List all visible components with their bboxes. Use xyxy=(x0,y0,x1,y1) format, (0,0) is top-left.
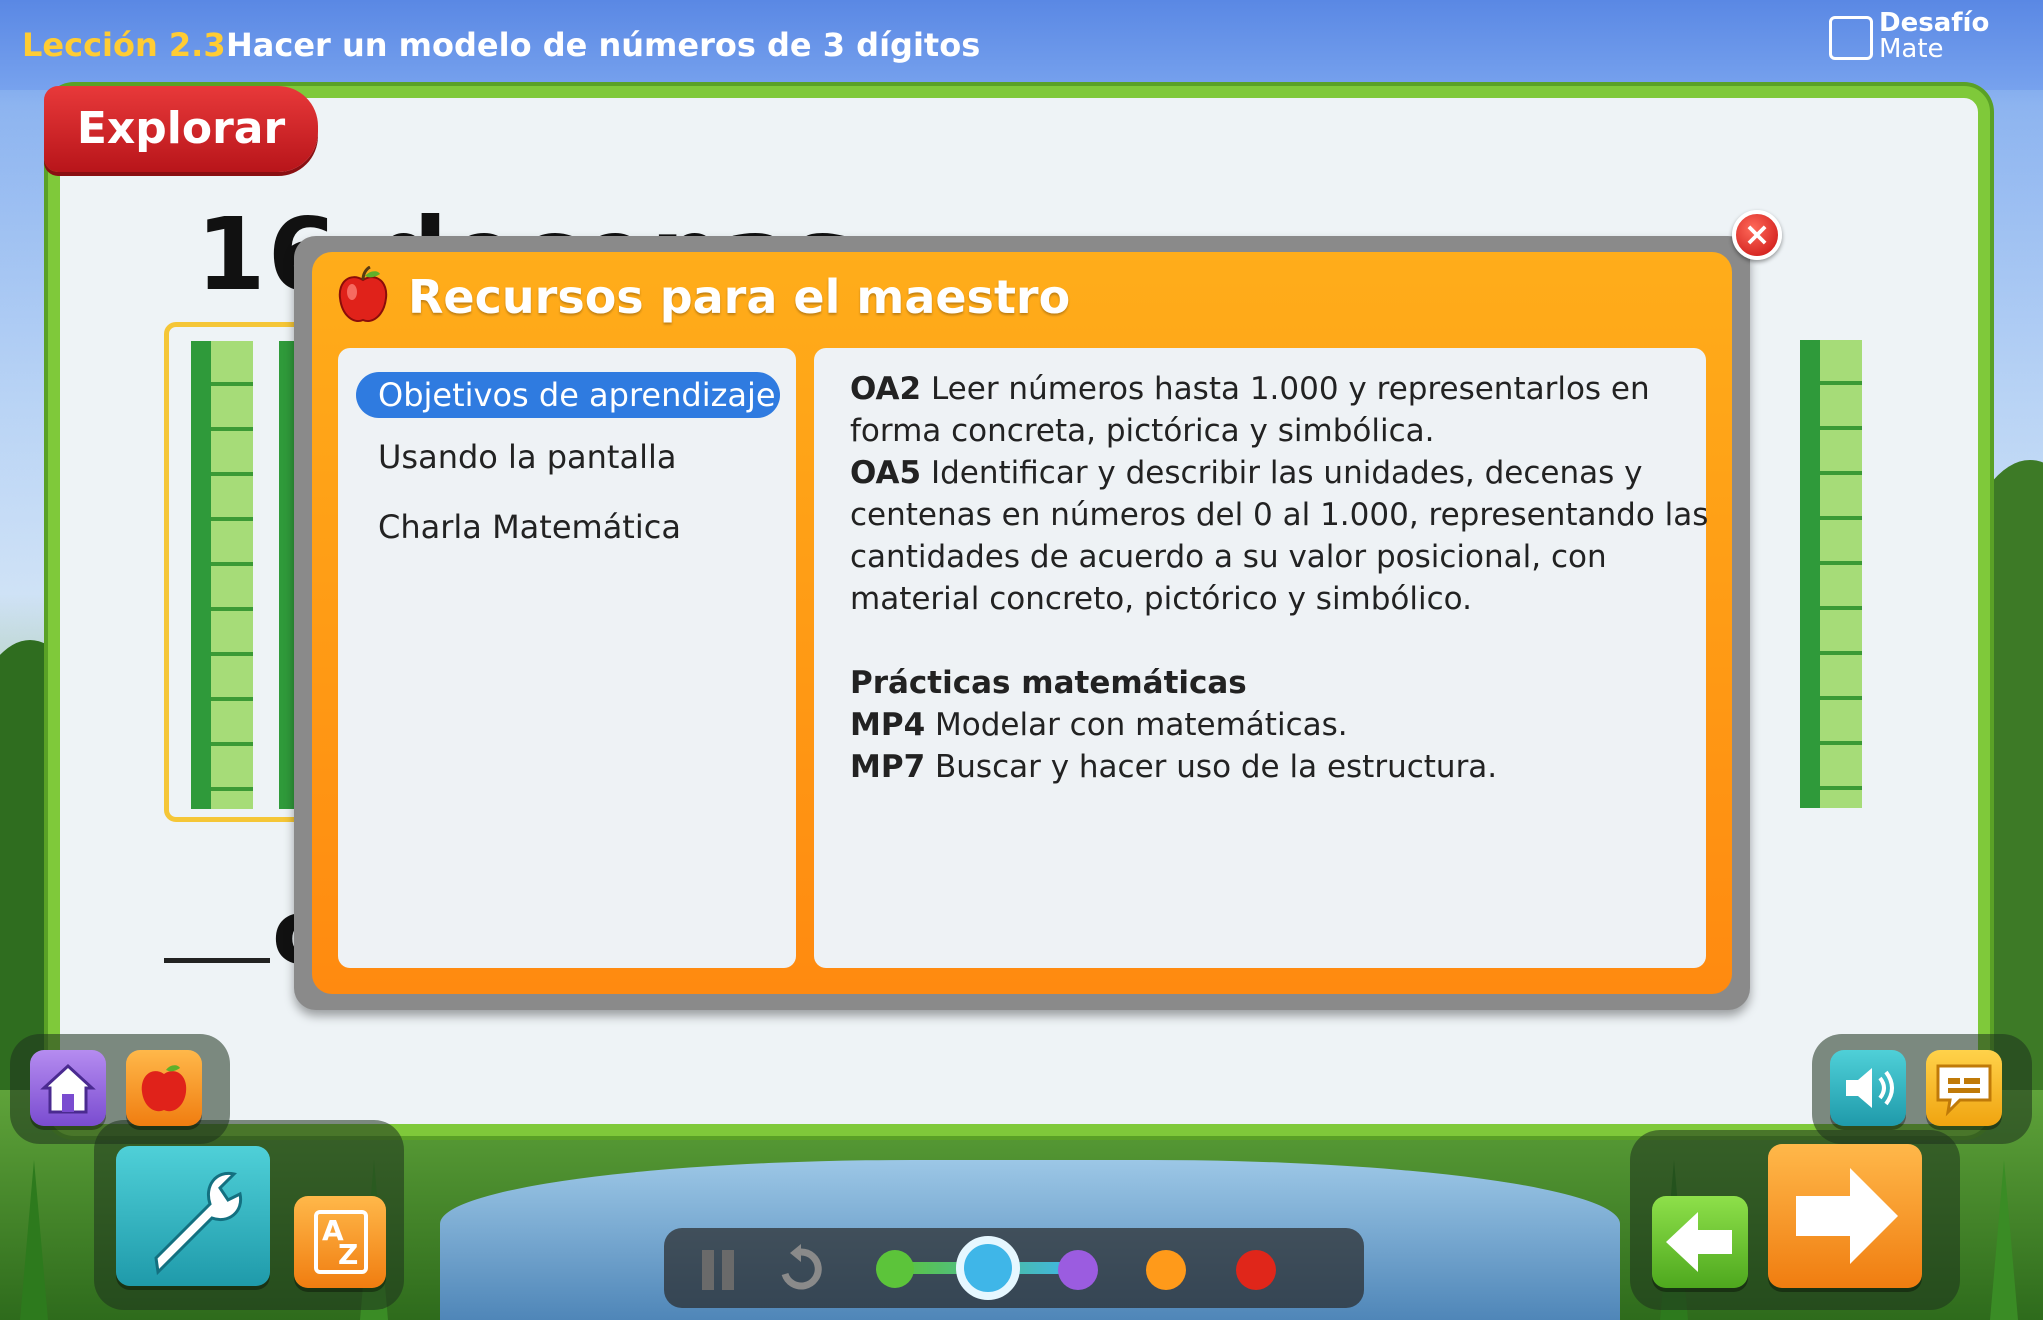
captions-button[interactable] xyxy=(1926,1050,2002,1126)
audio-button[interactable] xyxy=(1830,1050,1906,1126)
brand-line1: Desafío xyxy=(1879,8,1990,38)
arrow-left-icon xyxy=(1666,1212,1732,1272)
objective-oa2: OA2 Leer números hasta 1.000 y represent… xyxy=(850,368,1650,410)
modal-title: Recursos para el maestro xyxy=(408,270,1071,324)
tens-rod xyxy=(1800,340,1862,808)
resources-menu: Objetivos de aprendizaje Usando la panta… xyxy=(338,348,796,968)
practice-mp4: MP4 Modelar con matemáticas. xyxy=(850,704,1348,746)
practice-text: Modelar con matemáticas. xyxy=(935,707,1348,743)
grass-decoration xyxy=(1990,1160,2018,1320)
home-button[interactable] xyxy=(30,1050,106,1126)
lesson-number: Lección 2.3 xyxy=(22,26,226,64)
replay-icon[interactable] xyxy=(776,1244,826,1294)
practices-heading: Prácticas matemáticas xyxy=(850,665,1247,701)
progress-dot[interactable] xyxy=(1146,1250,1186,1290)
next-button[interactable] xyxy=(1768,1144,1922,1288)
menu-item-charla-matematica[interactable]: Charla Matemática xyxy=(356,504,703,550)
lesson-header: Lección 2.3 Hacer un modelo de números d… xyxy=(0,0,2043,90)
menu-item-usando-pantalla[interactable]: Usando la pantalla xyxy=(356,434,698,480)
lesson-title: Hacer un modelo de números de 3 dígitos xyxy=(226,26,981,64)
brand-icon xyxy=(1829,16,1873,60)
objective-text: Leer números hasta 1.000 y representarlo… xyxy=(930,371,1650,407)
tools-button[interactable] xyxy=(116,1146,270,1286)
teacher-resources-button[interactable] xyxy=(126,1050,202,1126)
practice-code: MP4 xyxy=(850,707,926,743)
objective-text: centenas en números del 0 al 1.000, repr… xyxy=(850,497,1709,533)
resources-content: OA2 Leer números hasta 1.000 y represent… xyxy=(814,348,1709,968)
glossary-button[interactable]: A Z xyxy=(294,1196,386,1288)
glossary-letter-z: Z xyxy=(338,1238,359,1271)
progress-dot-current[interactable] xyxy=(956,1236,1020,1300)
progress-dot[interactable] xyxy=(1058,1250,1098,1290)
objective-text: Identificar y describir las unidades, de… xyxy=(930,455,1643,491)
home-icon xyxy=(40,1063,96,1114)
glossary-book-icon: A Z xyxy=(314,1210,368,1274)
progress-dot[interactable] xyxy=(1236,1250,1276,1290)
practice-text: Buscar y hacer uso de la estructura. xyxy=(935,749,1498,785)
pause-icon[interactable] xyxy=(698,1248,738,1292)
objective-code: OA2 xyxy=(850,371,922,407)
apple-icon xyxy=(338,266,388,322)
answer-blank[interactable] xyxy=(164,958,270,963)
speaker-icon xyxy=(1846,1068,1894,1108)
brand-logo: Desafío Mate xyxy=(1829,10,2001,66)
back-button[interactable] xyxy=(1652,1196,1748,1288)
apple-icon xyxy=(141,1065,187,1112)
caption-icon xyxy=(1936,1064,1992,1117)
close-button[interactable]: × xyxy=(1732,210,1782,260)
arrow-right-icon xyxy=(1796,1168,1898,1264)
objective-text: forma concreta, pictórica y simbólica. xyxy=(850,413,1435,449)
brand-text: Desafío Mate xyxy=(1879,10,1989,62)
menu-item-objetivos[interactable]: Objetivos de aprendizaje xyxy=(356,372,780,418)
objective-oa5: OA5 Identificar y describir las unidades… xyxy=(850,452,1643,494)
brand-line2: Mate xyxy=(1879,34,1944,64)
section-tab-explorar: Explorar xyxy=(44,86,318,172)
objective-code: OA5 xyxy=(850,455,922,491)
tens-rod xyxy=(191,341,253,809)
objective-text: cantidades de acuerdo a su valor posicio… xyxy=(850,539,1607,575)
practice-code: MP7 xyxy=(850,749,926,785)
objective-text: material concreto, pictórico y simbólico… xyxy=(850,581,1472,617)
progress-dot[interactable] xyxy=(876,1250,914,1288)
wrench-icon xyxy=(154,1171,243,1276)
practice-mp7: MP7 Buscar y hacer uso de la estructura. xyxy=(850,746,1497,788)
grass-decoration xyxy=(20,1160,48,1320)
